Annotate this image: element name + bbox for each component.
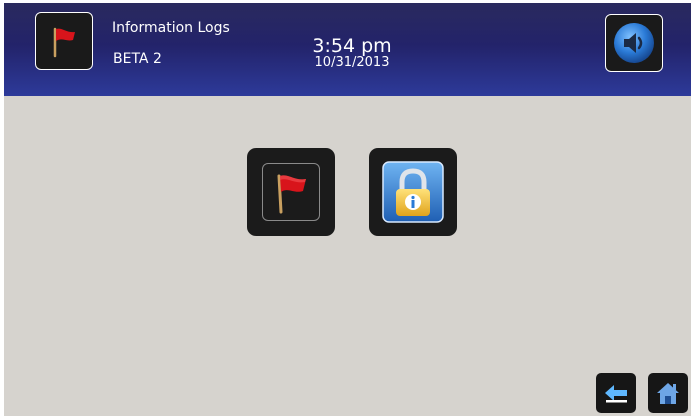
home-icon	[657, 383, 679, 404]
sound-button[interactable]	[605, 14, 663, 72]
screen: Information Logs BETA 2 3:54 pm 10/31/20…	[4, 3, 691, 416]
page-title: Information Logs	[112, 20, 230, 36]
speaker-icon	[614, 23, 654, 63]
padlock-info-icon	[382, 161, 444, 223]
flag-logs-tile[interactable]	[247, 148, 335, 236]
flag-button[interactable]	[35, 12, 93, 70]
back-arrow-icon	[605, 385, 627, 403]
header-bar: Information Logs BETA 2 3:54 pm 10/31/20…	[4, 3, 691, 96]
clock-date: 10/31/2013	[314, 55, 390, 70]
device-name: BETA 2	[113, 51, 162, 67]
red-flag-icon	[53, 27, 75, 58]
home-button[interactable]	[648, 373, 688, 413]
back-button[interactable]	[596, 373, 636, 413]
flag-logs-tile-frame	[262, 163, 320, 221]
clock-time: 3:54 pm	[312, 35, 392, 57]
red-flag-icon	[277, 174, 306, 214]
info-lock-tile[interactable]	[369, 148, 457, 236]
